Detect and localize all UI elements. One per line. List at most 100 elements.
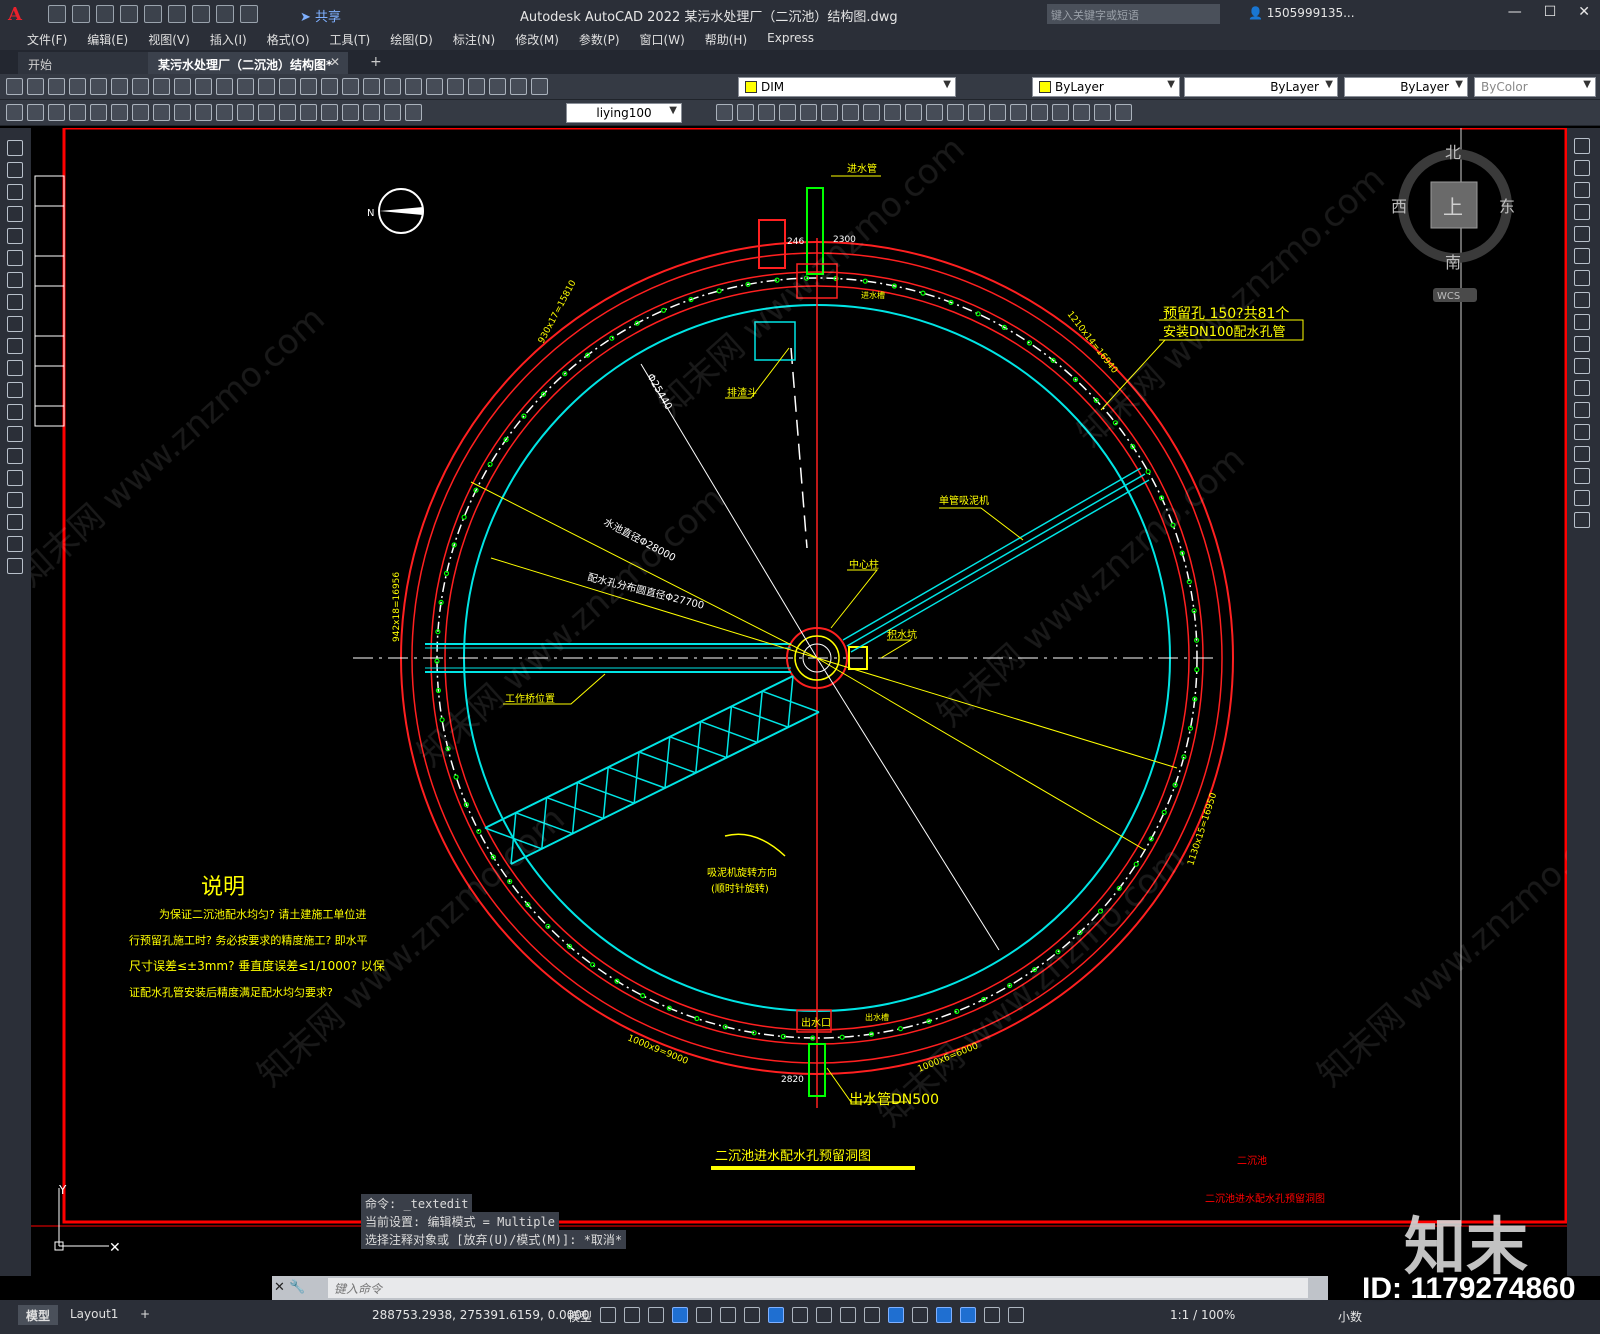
text-style-dropdown[interactable]: liying100 ▼ — [566, 103, 682, 123]
multiline-text-icon[interactable] — [7, 536, 23, 552]
plotstyle-dropdown[interactable]: ByColor ▼ — [1474, 77, 1596, 97]
view-tool-12-icon[interactable] — [947, 104, 964, 121]
view-tool-5-icon[interactable] — [800, 104, 817, 121]
diameter-icon[interactable] — [132, 104, 149, 121]
view-tool-19-icon[interactable] — [1094, 104, 1111, 121]
menu-edit[interactable]: 编辑(E) — [78, 28, 139, 50]
view-tool-9-icon[interactable] — [884, 104, 901, 121]
break-icon[interactable] — [1574, 402, 1590, 418]
calculator-icon[interactable] — [426, 78, 443, 95]
jogged-icon[interactable] — [111, 104, 128, 121]
dim-break-icon[interactable] — [258, 104, 275, 121]
scale-icon[interactable] — [1574, 292, 1590, 308]
pan-icon[interactable] — [258, 78, 275, 95]
point-icon[interactable] — [7, 426, 23, 442]
tab-document[interactable]: 某污水处理厂（二沉池）结构图* ✕ — [148, 52, 348, 74]
layer-dropdown[interactable]: DIM ▼ — [738, 77, 956, 97]
maximize-button[interactable]: ☐ — [1544, 4, 1557, 20]
polygon-icon[interactable] — [7, 206, 23, 222]
gizmo-icon[interactable] — [936, 1307, 952, 1323]
view-cube-north[interactable]: 北 — [1445, 143, 1461, 162]
cut-icon[interactable] — [132, 78, 149, 95]
extend-icon[interactable] — [1574, 358, 1590, 374]
view-cube[interactable]: 上 北 南 东 西 WCS — [1391, 143, 1515, 302]
dim-space-icon[interactable] — [237, 104, 254, 121]
chamfer-icon[interactable] — [1574, 446, 1590, 462]
view-tool-17-icon[interactable] — [1052, 104, 1069, 121]
menu-file[interactable]: 文件(F) — [18, 28, 78, 50]
zoom-icon[interactable] — [279, 78, 296, 95]
model-tab[interactable]: 模型 — [18, 1305, 59, 1325]
ortho-icon[interactable] — [672, 1307, 688, 1323]
view-tool-7-icon[interactable] — [842, 104, 859, 121]
trim-icon[interactable] — [1574, 336, 1590, 352]
sheet-set-icon[interactable] — [384, 78, 401, 95]
annotation-visibility-icon[interactable] — [960, 1307, 976, 1323]
color-dropdown[interactable]: ByLayer ▼ — [1032, 77, 1180, 97]
stretch-icon[interactable] — [1574, 314, 1590, 330]
command-close-icon[interactable]: ✕ — [274, 1280, 285, 1295]
new-tab-button[interactable]: + — [360, 52, 392, 74]
snap-icon[interactable] — [624, 1307, 640, 1323]
view-tool-15-icon[interactable] — [1010, 104, 1027, 121]
view-tool-14-icon[interactable] — [989, 104, 1006, 121]
match-properties-icon[interactable] — [195, 78, 212, 95]
dynamic-ucs-icon[interactable] — [888, 1307, 904, 1323]
help-search-input[interactable]: 键入关键字或短语 — [1047, 4, 1220, 24]
save-icon[interactable] — [48, 78, 65, 95]
units-readout[interactable]: 小数 — [1338, 1308, 1362, 1325]
break-point-icon[interactable] — [1574, 380, 1590, 396]
print-icon[interactable] — [69, 78, 86, 95]
tolerance-icon[interactable] — [279, 104, 296, 121]
app-menu-button[interactable]: A — [8, 4, 30, 25]
3d-osnap-icon[interactable] — [864, 1307, 880, 1323]
isodraft-icon[interactable] — [720, 1307, 736, 1323]
menu-express[interactable]: Express — [758, 28, 825, 50]
radius-icon[interactable] — [90, 104, 107, 121]
fillet-icon[interactable] — [1574, 468, 1590, 484]
redo-icon[interactable] — [240, 5, 258, 23]
arc-icon[interactable] — [7, 250, 23, 266]
new-icon[interactable] — [48, 5, 66, 23]
add-selected-icon[interactable] — [7, 558, 23, 574]
paste-icon[interactable] — [174, 78, 191, 95]
markup-icon[interactable] — [405, 78, 422, 95]
make-block-icon[interactable] — [7, 404, 23, 420]
sun-icon[interactable] — [510, 78, 527, 95]
baseline-icon[interactable] — [195, 104, 212, 121]
print-icon[interactable] — [192, 5, 210, 23]
menu-window[interactable]: 窗口(W) — [631, 28, 696, 50]
coordinates-readout[interactable]: 288753.2938, 275391.6159, 0.0000 — [372, 1308, 590, 1322]
annotation-scale[interactable]: 1:1 / 100% — [1170, 1308, 1235, 1322]
construction-line-icon[interactable] — [7, 162, 23, 178]
angular-icon[interactable] — [153, 104, 170, 121]
inspection-icon[interactable] — [321, 104, 338, 121]
preview-icon[interactable] — [90, 78, 107, 95]
lineweight-icon[interactable] — [792, 1307, 808, 1323]
view-tool-10-icon[interactable] — [905, 104, 922, 121]
region-icon[interactable] — [7, 492, 23, 508]
open-icon[interactable] — [72, 5, 90, 23]
command-input[interactable]: 键入命令 — [328, 1278, 1308, 1298]
view-tool-4-icon[interactable] — [779, 104, 796, 121]
undo-icon[interactable] — [216, 78, 233, 95]
view-tool-3-icon[interactable] — [758, 104, 775, 121]
lineweight-dropdown[interactable]: ByLayer ▼ — [1344, 77, 1468, 97]
layer-properties-icon[interactable] — [468, 78, 485, 95]
menu-draw[interactable]: 绘图(D) — [381, 28, 444, 50]
hatch-icon[interactable] — [7, 448, 23, 464]
view-tool-16-icon[interactable] — [1031, 104, 1048, 121]
help-icon[interactable] — [447, 78, 464, 95]
menu-modify[interactable]: 修改(M) — [506, 28, 570, 50]
view-tool-11-icon[interactable] — [926, 104, 943, 121]
close-window-button[interactable]: ✕ — [1578, 4, 1590, 20]
gradient-icon[interactable] — [7, 470, 23, 486]
view-tool-20-icon[interactable] — [1115, 104, 1132, 121]
customize-icon[interactable]: 🔧 — [289, 1280, 305, 1295]
menu-view[interactable]: 视图(V) — [139, 28, 201, 50]
lock-icon[interactable] — [531, 78, 548, 95]
share-button[interactable]: ➤ 共享 — [300, 6, 341, 25]
revision-cloud-icon[interactable] — [7, 294, 23, 310]
view-cube-south[interactable]: 南 — [1445, 253, 1461, 272]
menu-format[interactable]: 格式(O) — [258, 28, 321, 50]
